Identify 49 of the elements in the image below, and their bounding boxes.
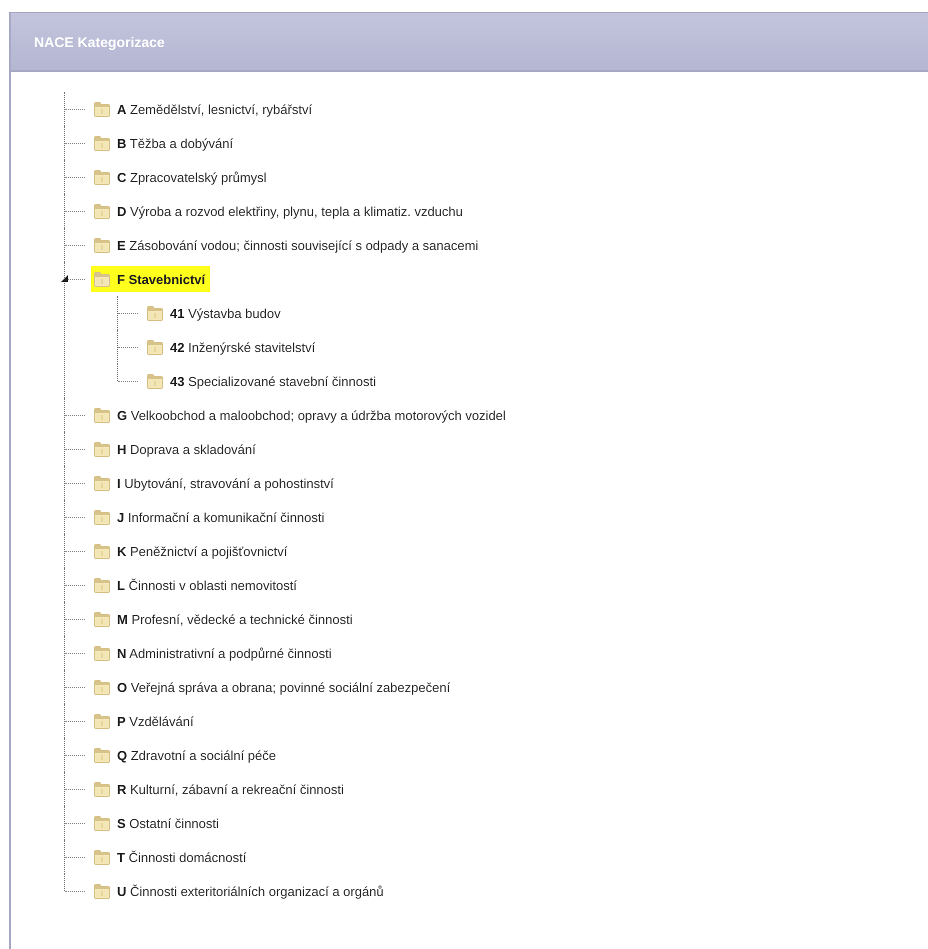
folder-icon <box>93 746 111 764</box>
tree-item-label[interactable]: L Činnosti v oblasti nemovitostí <box>117 578 297 592</box>
folder-icon <box>93 644 111 662</box>
folder-icon <box>93 270 111 288</box>
tree-item-label[interactable]: O Veřejná správa a obrana; povinné sociální zabezpečení <box>117 680 450 694</box>
folder-icon <box>146 372 164 390</box>
folder-icon <box>93 678 111 696</box>
collapse-icon[interactable] <box>61 275 68 282</box>
tree-item-label[interactable]: T Činnosti domácností <box>117 850 246 864</box>
folder-icon <box>93 814 111 832</box>
tree-item-label[interactable]: M Profesní, vědecké a technické činnosti <box>117 612 353 626</box>
folder-icon <box>93 576 111 594</box>
folder-icon <box>146 338 164 356</box>
folder-icon <box>93 780 111 798</box>
tree-item-label[interactable]: 43 Specializované stavební činnosti <box>170 374 376 388</box>
tree-item-label[interactable]: J Informační a komunikační činnosti <box>117 510 324 524</box>
tree-item-label[interactable]: C Zpracovatelský průmysl <box>117 170 267 184</box>
folder-icon <box>146 304 164 322</box>
tree-item-label[interactable]: U Činnosti exteritoriálních organizací a orgánů <box>117 884 384 898</box>
tree-item-label[interactable]: 41 Výstavba budov <box>170 306 281 320</box>
folder-icon <box>93 100 111 118</box>
panel-title: NACE Kategorizace <box>34 34 165 50</box>
folder-icon <box>93 474 111 492</box>
tree-item-label[interactable]: B Těžba a dobývání <box>117 136 234 150</box>
tree-item-label[interactable]: D Výroba a rozvod elektřiny, plynu, tepla a klimatiz. vzduchu <box>117 204 463 218</box>
tree-item-label[interactable]: R Kulturní, zábavní a rekreační činnosti <box>117 782 344 796</box>
tree-item-label[interactable]: I Ubytování, stravování a pohostinství <box>117 476 334 490</box>
folder-icon <box>93 406 111 424</box>
folder-icon <box>93 610 111 628</box>
folder-icon <box>93 712 111 730</box>
folder-icon <box>93 440 111 458</box>
folder-icon <box>93 202 111 220</box>
folder-icon <box>93 848 111 866</box>
folder-icon <box>93 542 111 560</box>
tree-item-label[interactable]: A Zemědělství, lesnictví, rybářství <box>117 102 312 116</box>
folder-icon <box>93 168 111 186</box>
tree-item-label[interactable]: P Vzdělávání <box>117 714 194 728</box>
tree-item-label[interactable]: 42 Inženýrské stavitelství <box>170 340 316 354</box>
folder-icon <box>93 134 111 152</box>
folder-icon <box>93 508 111 526</box>
tree-item-label[interactable]: E Zásobování vodou; činnosti související s odpady a sanacemi <box>117 238 478 252</box>
tree-item-label[interactable]: H Doprava a skladování <box>117 442 256 456</box>
folder-icon <box>93 236 111 254</box>
tree-item-label[interactable]: K Peněžnictví a pojišťovnictví <box>117 544 288 558</box>
tree-item-label[interactable]: G Velkoobchod a maloobchod; opravy a údržba motorových vozidel <box>117 408 506 422</box>
tree-item-label[interactable]: Q Zdravotní a sociální péče <box>117 748 276 762</box>
tree-item-label[interactable]: N Administrativní a podpůrné činnosti <box>117 646 332 660</box>
tree-item-label[interactable]: S Ostatní činnosti <box>117 816 219 830</box>
folder-icon <box>93 882 111 900</box>
